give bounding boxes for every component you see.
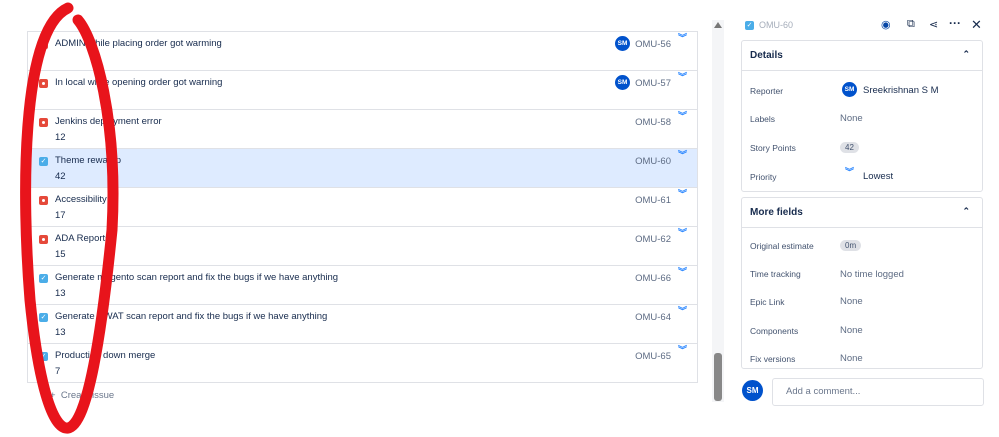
issue-row[interactable]: ✓ Generate magento scan report and fix t…	[28, 265, 697, 304]
bug-icon	[39, 40, 48, 49]
more-fields-header[interactable]: More fields ⌃	[742, 198, 982, 228]
issue-row[interactable]: Accessibility 17 OMU-61 ︾	[28, 187, 697, 226]
epic-link-value[interactable]: None	[840, 296, 863, 307]
issue-row[interactable]: ADMIN while placing order got warming SM…	[28, 31, 697, 70]
priority-lowest-icon: ︾	[677, 72, 687, 82]
issue-row[interactable]: ✓ Production down merge 7 OMU-65 ︾	[28, 343, 697, 382]
detail-issue-key[interactable]: OMU-60	[759, 20, 793, 30]
priority-value[interactable]: Lowest	[863, 171, 893, 182]
issue-summary[interactable]: ADMIN while placing order got warming	[55, 38, 222, 49]
assignee-avatar: SM	[615, 36, 630, 51]
task-icon: ✓	[39, 352, 48, 361]
chevron-up-icon[interactable]: ⌃	[962, 49, 970, 60]
reporter-label: Reporter	[750, 86, 784, 96]
priority-lowest-icon: ︾	[677, 150, 687, 160]
feedback-icon[interactable]: ⧉	[907, 18, 915, 31]
task-icon: ✓	[39, 274, 48, 283]
story-points-label: Story Points	[750, 143, 796, 153]
time-tracking-label: Time tracking	[750, 269, 801, 279]
issue-summary[interactable]: Jenkins deployment error	[55, 116, 162, 127]
details-title: Details	[750, 50, 783, 61]
details-header[interactable]: Details ⌃	[742, 41, 982, 71]
story-points: 12	[55, 132, 66, 143]
priority-lowest-icon: ︾	[677, 345, 687, 355]
comment-input[interactable]: Add a comment...	[772, 378, 984, 406]
issue-key[interactable]: OMU-57	[635, 78, 671, 89]
story-points: 13	[55, 288, 66, 299]
issue-summary[interactable]: Production down merge	[55, 350, 155, 361]
story-points: 17	[55, 210, 66, 221]
time-tracking-value[interactable]: No time logged	[840, 269, 904, 280]
priority-lowest-icon: ︾	[677, 189, 687, 199]
story-points: 15	[55, 249, 66, 260]
story-points-value[interactable]: 42	[840, 142, 859, 153]
original-estimate-value[interactable]: 0m	[840, 240, 862, 251]
issue-row[interactable]: ✓ Generate SWAT scan report and fix the …	[28, 304, 697, 343]
issue-key[interactable]: OMU-58	[635, 117, 671, 128]
components-value[interactable]: None	[840, 325, 863, 336]
issue-key[interactable]: OMU-56	[635, 39, 671, 50]
more-fields-panel: More fields ⌃ Original estimate 0m Time t…	[741, 197, 983, 369]
issue-key[interactable]: OMU-65	[635, 351, 671, 362]
reporter-value[interactable]: Sreekrishnan S M	[863, 85, 939, 96]
chevron-up-icon[interactable]: ⌃	[962, 206, 970, 217]
detail-toolbar: ✓ OMU-60 ◉ ⧉ ⋖ ··· ✕	[741, 16, 991, 34]
reporter-avatar: SM	[842, 82, 857, 97]
task-icon: ✓	[39, 313, 48, 322]
more-icon[interactable]: ···	[949, 16, 961, 30]
issue-row[interactable]: Jenkins deployment error 12 OMU-58 ︾	[28, 109, 697, 148]
task-icon: ✓	[39, 157, 48, 166]
task-icon: ✓	[745, 21, 754, 30]
issue-summary[interactable]: Accessibility	[55, 194, 107, 205]
details-panel: Details ⌃ Reporter SM Sreekrishnan S M La…	[741, 40, 983, 192]
priority-lowest-icon: ︾	[677, 267, 687, 277]
user-avatar: SM	[742, 380, 763, 401]
labels-value[interactable]: None	[840, 113, 863, 124]
issue-summary[interactable]: Theme rewamp	[55, 155, 121, 166]
create-issue-button[interactable]: + Create issue	[50, 390, 114, 401]
story-points: 7	[55, 366, 61, 377]
close-icon[interactable]: ✕	[971, 17, 982, 33]
bug-icon	[39, 79, 48, 88]
fix-versions-value[interactable]: None	[840, 353, 863, 364]
share-icon[interactable]: ⋖	[929, 18, 938, 31]
labels-label: Labels	[750, 114, 776, 124]
issue-key[interactable]: OMU-62	[635, 234, 671, 245]
issue-summary[interactable]: Generate SWAT scan report and fix the bu…	[55, 311, 327, 322]
priority-lowest-icon: ︾	[845, 167, 855, 177]
create-issue-label: Create issue	[60, 390, 115, 401]
story-points: 42	[55, 171, 66, 182]
priority-lowest-icon: ︾	[677, 228, 687, 238]
issue-key[interactable]: OMU-66	[635, 273, 671, 284]
issue-summary[interactable]: ADA Reports	[55, 233, 110, 244]
issue-row[interactable]: ✓ Theme rewamp 42 OMU-60 ︾	[28, 148, 697, 187]
issue-list: ADMIN while placing order got warming SM…	[27, 31, 698, 383]
issue-key[interactable]: OMU-64	[635, 312, 671, 323]
issue-row[interactable]: ADA Reports 15 OMU-62 ︾	[28, 226, 697, 265]
scrollbar-thumb[interactable]	[714, 353, 722, 401]
issue-key[interactable]: OMU-60	[635, 156, 671, 167]
priority-lowest-icon: ︾	[677, 33, 687, 43]
issue-summary[interactable]: Generate magento scan report and fix the…	[55, 272, 338, 283]
bug-icon	[39, 196, 48, 205]
assignee-avatar: SM	[615, 75, 630, 90]
scrollbar[interactable]	[712, 20, 724, 402]
epic-link-label: Epic Link	[750, 297, 785, 307]
priority-lowest-icon: ︾	[677, 306, 687, 316]
more-fields-title: More fields	[750, 207, 803, 218]
bug-icon	[39, 235, 48, 244]
priority-lowest-icon: ︾	[677, 111, 687, 121]
fix-versions-label: Fix versions	[750, 354, 796, 364]
story-points: 13	[55, 327, 66, 338]
priority-label: Priority	[750, 172, 777, 182]
issue-row[interactable]: In local while opening order got warning…	[28, 70, 697, 109]
scroll-up-icon[interactable]	[714, 22, 722, 28]
issue-summary[interactable]: In local while opening order got warning	[55, 77, 222, 88]
watch-icon[interactable]: ◉	[881, 18, 891, 31]
components-label: Components	[750, 326, 799, 336]
issue-key[interactable]: OMU-61	[635, 195, 671, 206]
bug-icon	[39, 118, 48, 127]
original-estimate-label: Original estimate	[750, 241, 814, 251]
